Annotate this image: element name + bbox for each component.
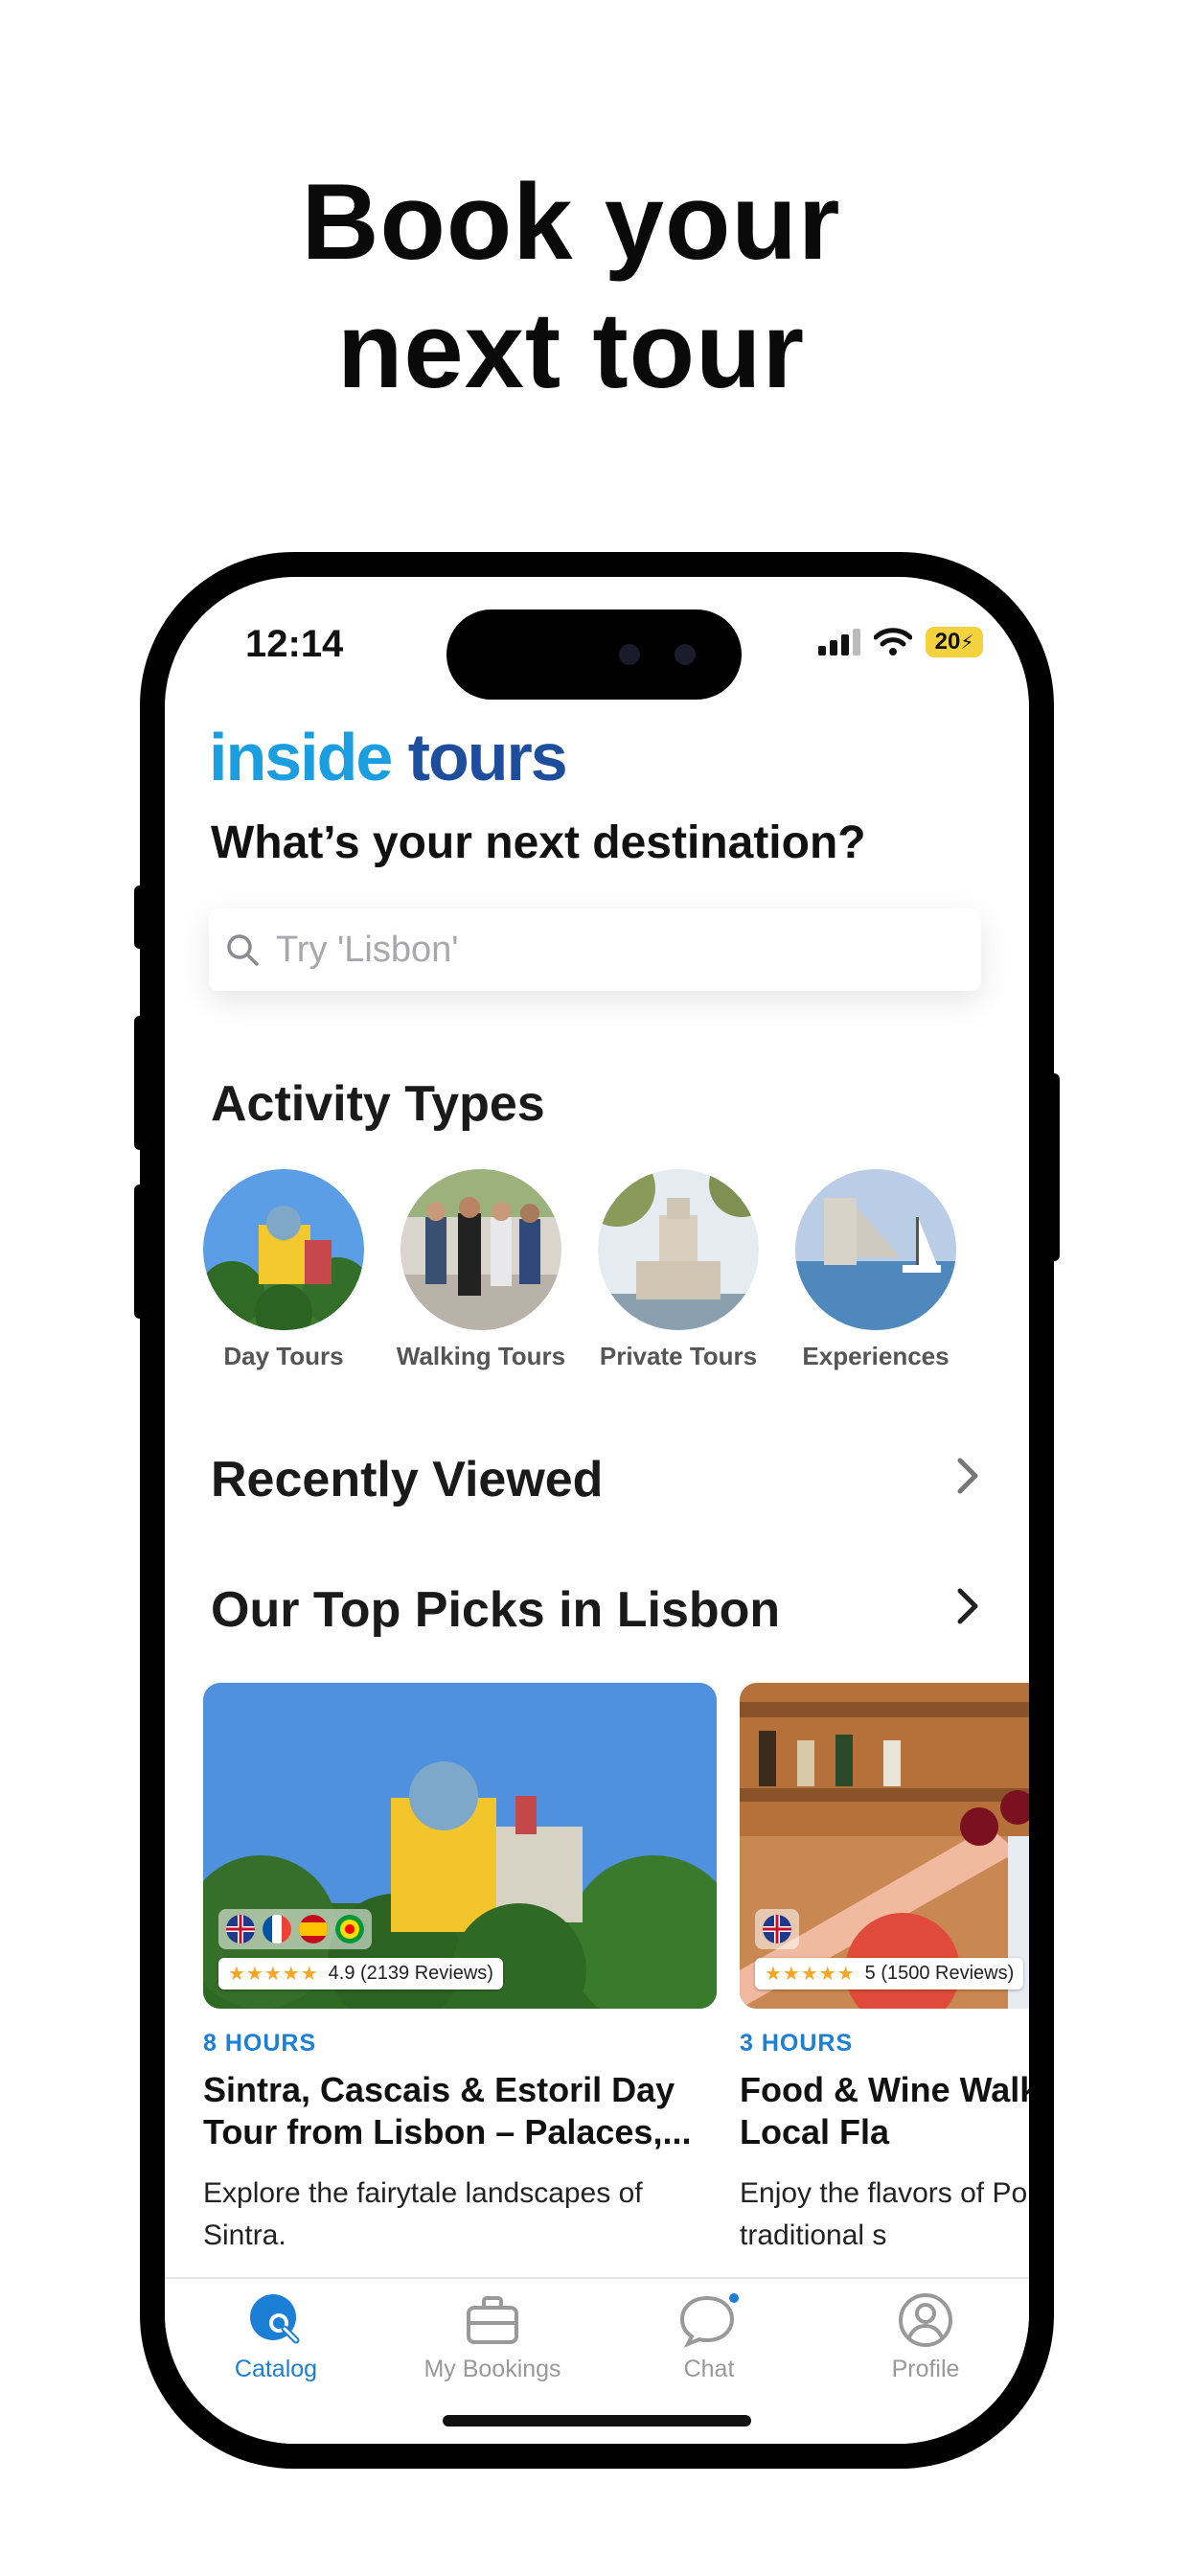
tour-card-image: ★★★★★ 5 (1500 Reviews) — [740, 1683, 1029, 2009]
search-bar[interactable] — [209, 908, 981, 991]
activity-types-title: Activity Types — [211, 1076, 545, 1132]
activity-image — [598, 1169, 759, 1330]
brand-logo: inside tours — [209, 719, 568, 795]
search-icon — [224, 932, 261, 968]
promo-headline: Book your next tour — [0, 158, 1142, 415]
portugal-flag-icon — [335, 1915, 364, 1944]
status-icons: 20 ⚡ — [818, 627, 983, 657]
rating-badge: ★★★★★ 5 (1500 Reviews) — [755, 1958, 1024, 1990]
tour-card-image: ★★★★★ 4.9 (2139 Reviews) — [203, 1683, 717, 2009]
status-time: 12:14 — [245, 623, 344, 665]
recently-viewed-chevron-icon[interactable] — [954, 1455, 981, 1497]
battery-level: 20 — [934, 629, 961, 655]
home-indicator — [443, 2415, 751, 2426]
camera-icon — [675, 644, 696, 665]
charging-bolt-icon: ⚡ — [960, 632, 974, 654]
search-input[interactable] — [274, 928, 929, 972]
rating-stars: ★★★★★ — [765, 1964, 856, 1985]
destination-question: What’s your next destination? — [211, 817, 866, 868]
tour-duration: 3 HOURS — [740, 2030, 854, 2057]
brand-logo-part1: inside — [209, 720, 393, 794]
chat-bubble-icon — [679, 2293, 739, 2348]
activity-day-tours[interactable]: Day Tours — [203, 1169, 364, 1371]
activity-experiences[interactable]: Experiences — [795, 1169, 956, 1371]
tab-label: Profile — [891, 2356, 960, 2382]
briefcase-icon — [467, 2296, 518, 2344]
tab-chat[interactable]: Chat — [613, 2292, 805, 2383]
top-picks-chevron-icon[interactable] — [954, 1585, 981, 1627]
brand-logo-part2: tours — [391, 720, 568, 794]
rating-badge: ★★★★★ 4.9 (2139 Reviews) — [218, 1958, 503, 1990]
activity-image — [795, 1169, 956, 1330]
tour-description: Explore the fairytale landscapes of Sint… — [203, 2177, 643, 2251]
language-flags — [218, 1909, 372, 1949]
spain-flag-icon — [299, 1915, 328, 1944]
activity-label: Walking Tours — [396, 1342, 566, 1370]
top-picks-title: Our Top Picks in Lisbon — [211, 1582, 781, 1638]
tab-label: Catalog — [234, 2356, 318, 2382]
rating-text: 4.9 (2139 Reviews) — [328, 1963, 493, 1984]
wifi-icon — [874, 628, 912, 656]
tab-profile[interactable]: Profile — [830, 2292, 1021, 2383]
activity-image — [400, 1169, 561, 1330]
headline-line-1: Book your — [301, 162, 841, 282]
tab-catalog[interactable]: Catalog — [180, 2292, 372, 2383]
signal-icon — [818, 629, 860, 656]
recently-viewed-title: Recently Viewed — [211, 1452, 604, 1507]
activity-label: Experiences — [802, 1342, 950, 1370]
rating-stars: ★★★★★ — [228, 1964, 319, 1985]
tour-duration: 8 HOURS — [203, 2030, 317, 2057]
catalog-search-icon — [250, 2294, 300, 2344]
activity-walking-tours[interactable]: Walking Tours — [397, 1169, 565, 1371]
dynamic-island — [446, 610, 742, 700]
activity-private-tours[interactable]: Private Tours — [598, 1169, 759, 1371]
top-picks-carousel[interactable]: ★★★★★ 4.9 (2139 Reviews) 8 HOURS Sintra,… — [203, 1683, 1029, 2257]
uk-flag-icon — [226, 1915, 255, 1944]
sensor-icon — [619, 644, 640, 665]
activity-label: Day Tours — [223, 1342, 344, 1370]
france-flag-icon — [263, 1915, 291, 1944]
headline-line-2: next tour — [336, 290, 806, 410]
rating-text: 5 (1500 Reviews) — [864, 1963, 1015, 1984]
phone-screen: 12:14 20 ⚡ inside tours What’s your next … — [165, 577, 1029, 2444]
activity-image — [203, 1169, 364, 1330]
tab-label: Chat — [683, 2356, 735, 2382]
battery-indicator: 20 ⚡ — [926, 627, 983, 657]
tab-label: My Bookings — [423, 2356, 561, 2382]
tour-card[interactable]: ★★★★★ 4.9 (2139 Reviews) 8 HOURS Sintra,… — [203, 1683, 717, 2257]
activity-label: Private Tours — [599, 1342, 758, 1370]
tab-my-bookings[interactable]: My Bookings — [397, 2292, 588, 2383]
tour-card[interactable]: ★★★★★ 5 (1500 Reviews) 3 HOURS Food & Wi… — [740, 1683, 1029, 2257]
tour-title: Sintra, Cascais & Estoril Day Tour from … — [203, 2070, 692, 2151]
uk-flag-icon — [763, 1915, 791, 1944]
tour-description: Enjoy the flavors of Por in Lisbon’s tra… — [740, 2177, 1029, 2251]
language-flags — [755, 1909, 799, 1949]
tour-title: Food & Wine Walk Discover Local Fla — [740, 2070, 1029, 2151]
activity-types-list: Day Tours Walking Tours Private Tours Ex… — [203, 1169, 956, 1371]
profile-icon — [899, 2293, 952, 2347]
